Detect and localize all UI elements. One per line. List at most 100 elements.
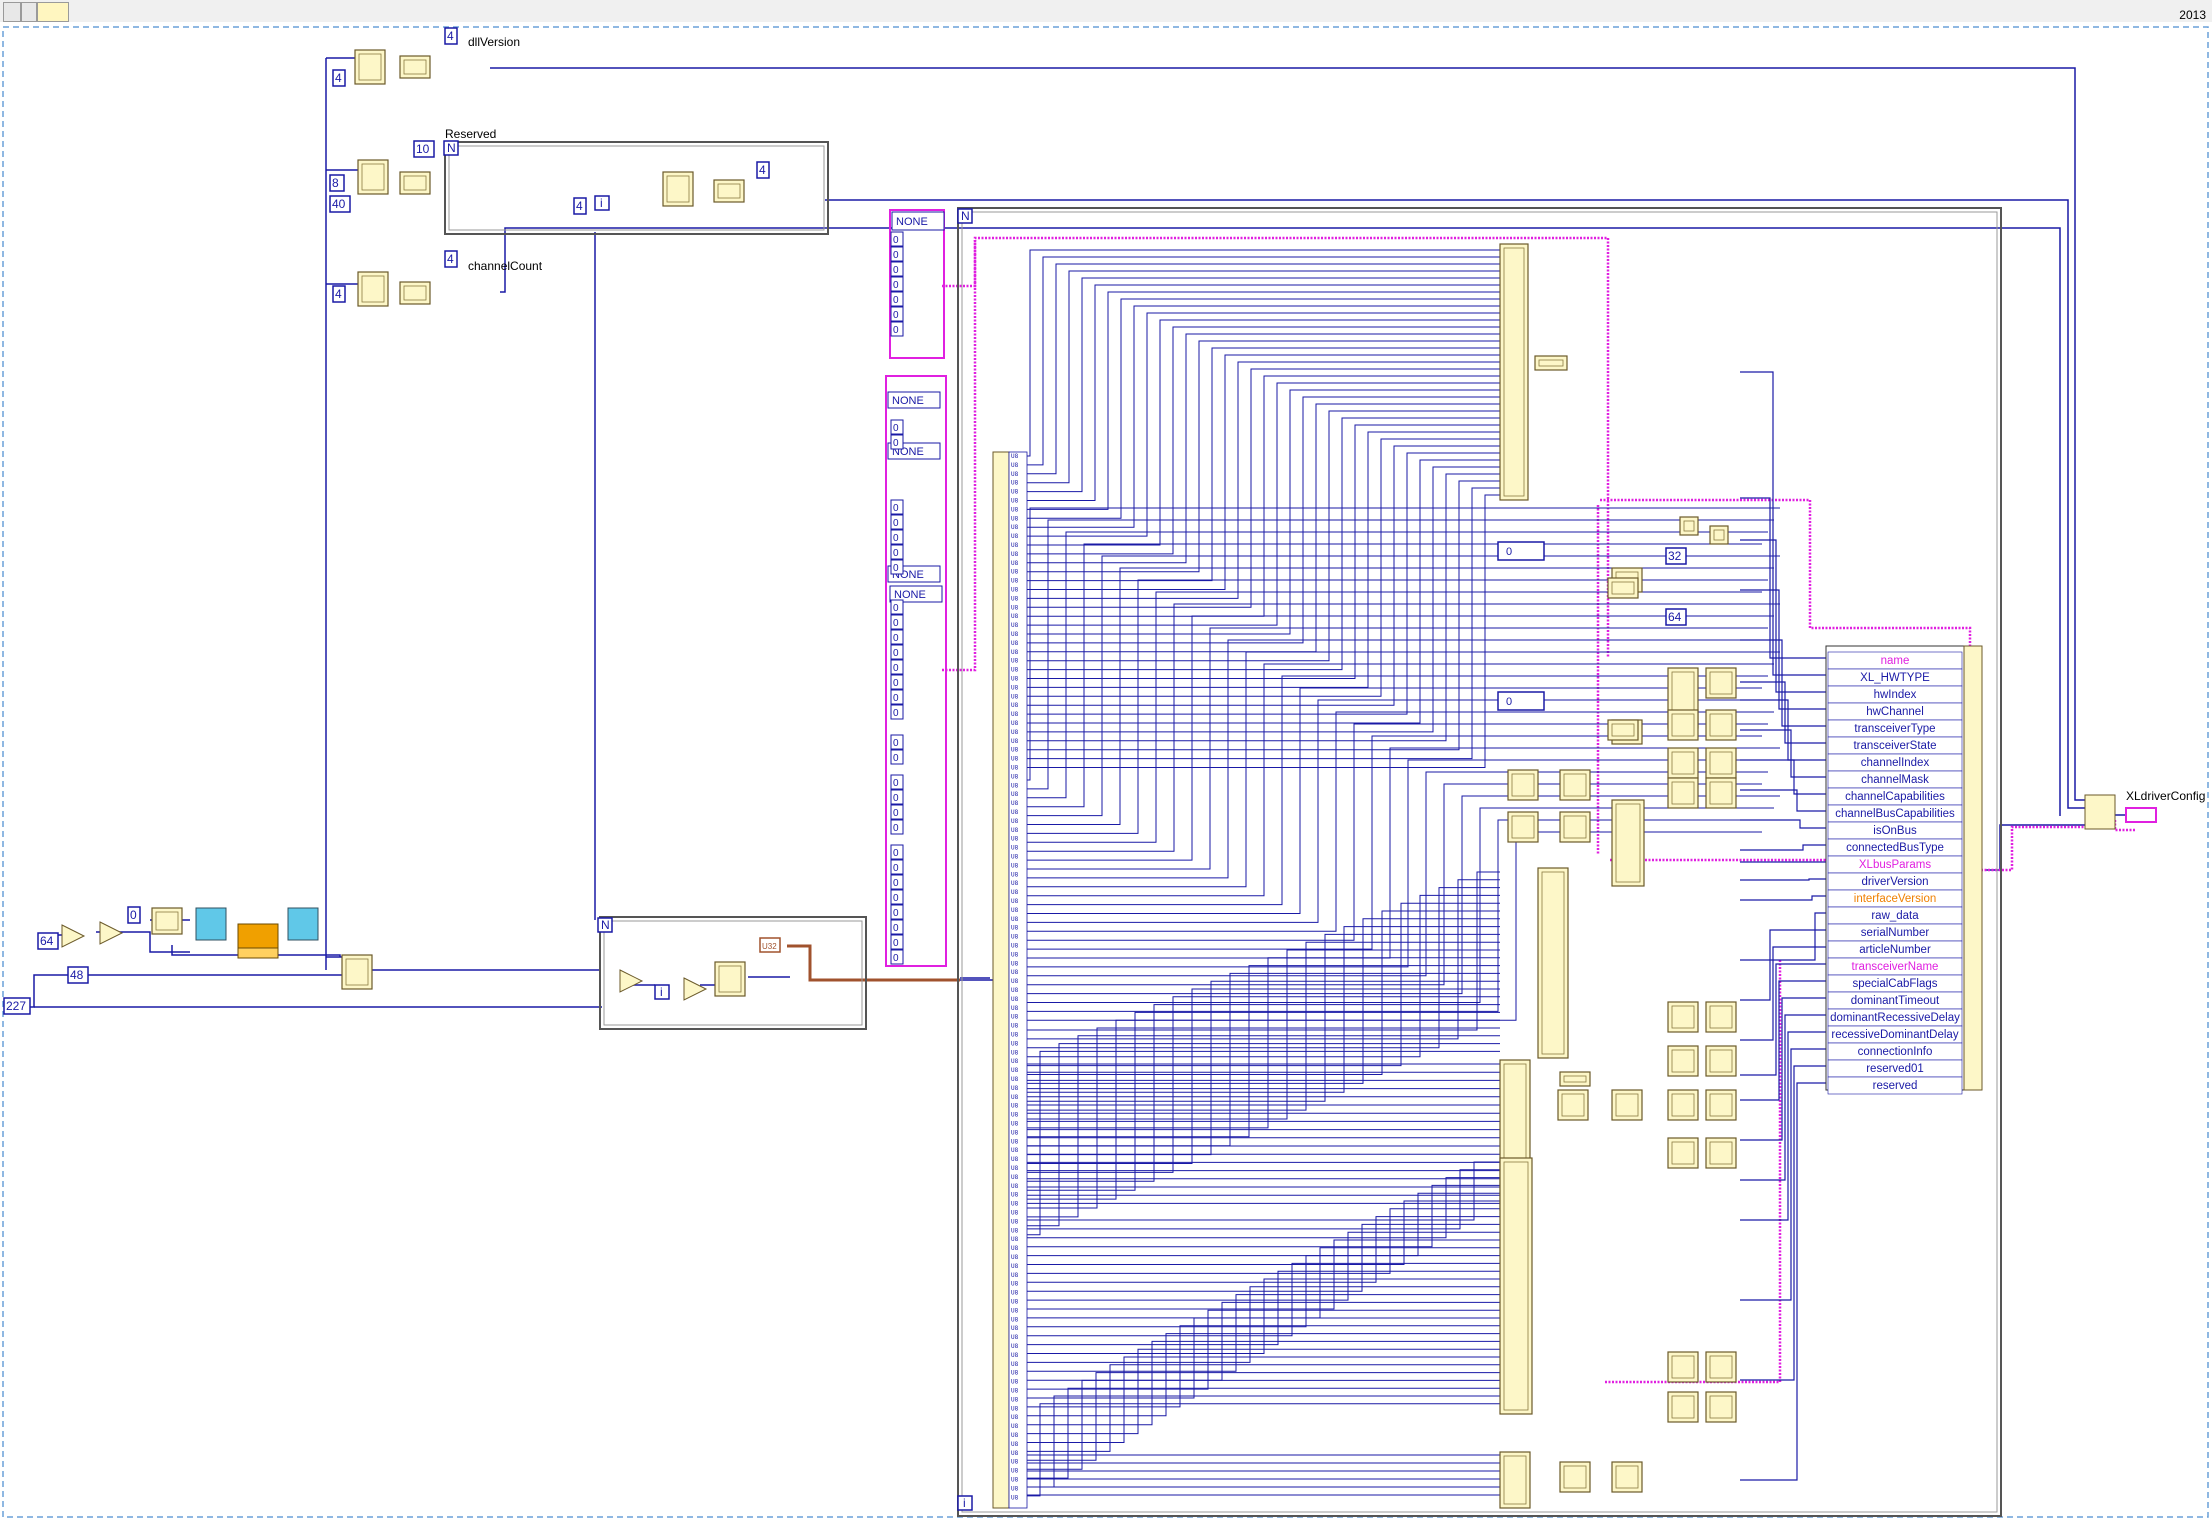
array-zero-cell[interactable]: 0 (890, 734, 904, 750)
function-node (1705, 1351, 1737, 1383)
array-zero-value: 0 (893, 953, 899, 964)
array-zero-cell[interactable]: 0 (890, 261, 904, 277)
array-zero-cell[interactable]: 0 (890, 859, 904, 875)
array-zero-cell[interactable]: 0 (890, 599, 904, 615)
u8-index-cell: U8 (1011, 533, 1019, 540)
array-zero-cell[interactable]: 0 (890, 544, 904, 560)
array-zero-cell[interactable]: 0 (890, 689, 904, 705)
array-zero-cell[interactable]: 0 (890, 629, 904, 645)
function-node (1667, 1391, 1699, 1423)
array-zero-cell[interactable]: 0 (890, 614, 904, 630)
u8-index-cell: U8 (1011, 898, 1019, 905)
dll-version-label: dllVersion (468, 35, 520, 49)
array-zero-cell[interactable]: 0 (890, 804, 904, 820)
cluster-field-channelBusCapabilities[interactable]: channelBusCapabilities (1827, 804, 1963, 823)
cluster-field-XL_HWTYPE[interactable]: XL_HWTYPE (1827, 668, 1963, 687)
array-zero-value: 0 (893, 678, 899, 689)
u8-index-cell: U8 (1011, 1254, 1019, 1261)
cluster-field-hwIndex[interactable]: hwIndex (1827, 685, 1963, 704)
array-zero-cell[interactable]: 0 (890, 774, 904, 790)
array-zero-value: 0 (893, 250, 899, 261)
array-zero-cell[interactable]: 0 (890, 246, 904, 262)
u8-index-cell: U8 (1011, 658, 1019, 665)
loop-iter-lower: i (660, 985, 663, 999)
function-node (1709, 525, 1729, 545)
zero-array-constant[interactable]: 0 (1497, 691, 1545, 711)
array-zero-cell[interactable]: 0 (890, 644, 904, 660)
cluster-field-recessiveDominantDelay[interactable]: recessiveDominantDelay (1827, 1025, 1963, 1044)
cluster-field-connectedBusType[interactable]: connectedBusType (1827, 838, 1963, 857)
array-zero-cell[interactable]: 0 (890, 529, 904, 545)
array-zero-cell[interactable]: 0 (890, 674, 904, 690)
cluster-field-dominantRecessiveDelay[interactable]: dominantRecessiveDelay (1827, 1008, 1963, 1027)
array-zero-cell[interactable]: 0 (890, 819, 904, 835)
array-zero-cell[interactable]: 0 (890, 291, 904, 307)
const-4-c: 4 (576, 199, 583, 213)
cluster-field-label: dominantRecessiveDelay (1830, 1012, 1960, 1024)
cluster-field-XLbusParams[interactable]: XLbusParams (1827, 855, 1963, 874)
cluster-field-raw_data[interactable]: raw_data (1827, 906, 1963, 925)
array-zero-cell[interactable]: 0 (890, 844, 904, 860)
array-zero-cell[interactable]: 0 (890, 889, 904, 905)
const-0: 0 (130, 908, 137, 922)
cluster-field-transceiverState[interactable]: transceiverState (1827, 736, 1963, 755)
function-node (399, 55, 431, 79)
array-zero-cell[interactable]: 0 (890, 419, 904, 435)
cluster-field-connectionInfo[interactable]: connectionInfo (1827, 1042, 1963, 1061)
array-zero-cell[interactable]: 0 (890, 306, 904, 322)
u8-index-cell: U8 (1011, 818, 1019, 825)
array-zero-cell[interactable]: 0 (890, 559, 904, 575)
cluster-field-channelMask[interactable]: channelMask (1827, 770, 1963, 789)
array-zero-cell[interactable]: 0 (890, 321, 904, 337)
array-zero-cell[interactable]: 0 (890, 276, 904, 292)
array-zero-cell[interactable]: 0 (890, 704, 904, 720)
cluster-field-reserved[interactable]: reserved (1827, 1076, 1963, 1095)
array-zero-value: 0 (893, 265, 899, 276)
cluster-field-transceiverName[interactable]: transceiverName (1827, 957, 1963, 976)
array-zero-cell[interactable]: 0 (890, 231, 904, 247)
u8-index-cell: U8 (1011, 943, 1019, 950)
function-node (1499, 243, 1529, 501)
cluster-field-label: driverVersion (1861, 876, 1928, 888)
array-zero-value: 0 (893, 325, 899, 336)
cluster-field-transceiverType[interactable]: transceiverType (1827, 719, 1963, 738)
cluster-field-label: name (1881, 655, 1910, 667)
enum-none-1[interactable]: NONE (896, 216, 928, 228)
zero-array-constant[interactable]: 0 (1497, 541, 1545, 561)
function-node (399, 281, 431, 305)
cluster-field-label: channelCapabilities (1845, 791, 1945, 803)
array-zero-cell[interactable]: 0 (890, 949, 904, 965)
cluster-field-label: articleNumber (1859, 944, 1931, 956)
cluster-field-driverVersion[interactable]: driverVersion (1827, 872, 1963, 891)
cluster-field-channelCapabilities[interactable]: channelCapabilities (1827, 787, 1963, 806)
cluster-field-interfaceVersion[interactable]: interfaceVersion (1827, 889, 1963, 908)
u8-index-cell: U8 (1011, 1183, 1019, 1190)
cluster-field-specialCabFlags[interactable]: specialCabFlags (1827, 974, 1963, 993)
array-zero-cell[interactable]: 0 (890, 749, 904, 765)
array-zero-cell[interactable]: 0 (890, 934, 904, 950)
enum-none-5[interactable]: NONE (894, 589, 926, 601)
cluster-field-dominantTimeout[interactable]: dominantTimeout (1827, 991, 1963, 1010)
cluster-field-channelIndex[interactable]: channelIndex (1827, 753, 1963, 772)
array-zero-cell[interactable]: 0 (890, 434, 904, 450)
array-zero-value: 0 (893, 753, 899, 764)
function-node (1499, 1451, 1531, 1509)
cluster-field-hwChannel[interactable]: hwChannel (1827, 702, 1963, 721)
array-zero-cell[interactable]: 0 (890, 789, 904, 805)
array-zero-cell[interactable]: 0 (890, 919, 904, 935)
cluster-field-reserved01[interactable]: reserved01 (1827, 1059, 1963, 1078)
function-node (1559, 769, 1591, 801)
const-64: 64 (40, 934, 54, 948)
cluster-field-articleNumber[interactable]: articleNumber (1827, 940, 1963, 959)
array-zero-cell[interactable]: 0 (890, 904, 904, 920)
array-zero-cell[interactable]: 0 (890, 499, 904, 515)
array-zero-cell[interactable]: 0 (890, 874, 904, 890)
array-zero-cell[interactable]: 0 (890, 659, 904, 675)
cluster-field-label: channelMask (1861, 774, 1929, 786)
array-zero-cell[interactable]: 0 (890, 514, 904, 530)
cluster-field-isOnBus[interactable]: isOnBus (1827, 821, 1963, 840)
u8-index-cell: U8 (1011, 862, 1019, 869)
enum-none-2[interactable]: NONE (892, 395, 924, 407)
cluster-field-serialNumber[interactable]: serialNumber (1827, 923, 1963, 942)
cluster-field-name[interactable]: name (1827, 651, 1963, 670)
